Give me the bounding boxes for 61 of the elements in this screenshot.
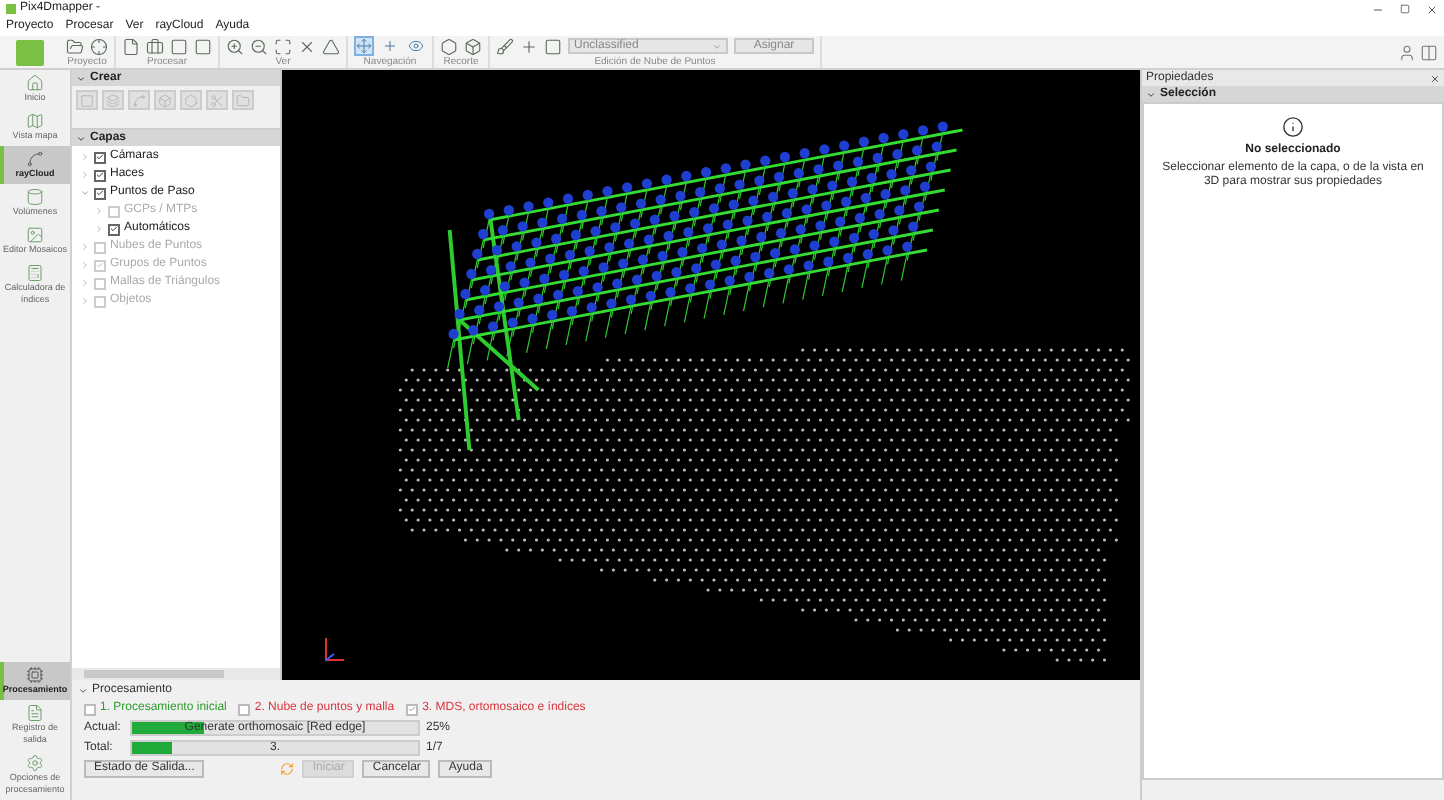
collapse-caret-icon[interactable] xyxy=(80,188,90,198)
crosshair-icon[interactable] xyxy=(90,37,108,55)
minimize-icon[interactable] xyxy=(1372,3,1384,15)
zoom-in-icon[interactable] xyxy=(226,37,244,55)
collapse-caret-icon[interactable] xyxy=(76,73,86,83)
create-tool-button[interactable] xyxy=(180,90,202,110)
triangle-icon[interactable] xyxy=(322,37,340,55)
layer-checkbox[interactable] xyxy=(94,187,106,199)
panels-icon[interactable] xyxy=(1420,43,1438,61)
user-icon[interactable] xyxy=(1398,43,1416,61)
chip-icon xyxy=(26,666,44,684)
brush-icon[interactable] xyxy=(496,37,514,55)
horizontal-scrollbar[interactable] xyxy=(72,668,280,680)
document-icon xyxy=(26,704,44,722)
move-icon[interactable] xyxy=(354,36,374,56)
folder-icon[interactable] xyxy=(66,37,84,55)
file-icon[interactable] xyxy=(122,37,140,55)
create-tool-button[interactable] xyxy=(154,90,176,110)
collapse-caret-icon[interactable] xyxy=(76,133,86,143)
hexagon-icon[interactable] xyxy=(440,37,458,55)
axis-icon xyxy=(322,636,346,664)
plus-icon[interactable] xyxy=(380,36,400,56)
plus-icon[interactable] xyxy=(520,37,538,55)
square-icon[interactable] xyxy=(170,37,188,55)
maximize-icon[interactable] xyxy=(1400,4,1410,14)
briefcase-icon[interactable] xyxy=(146,37,164,55)
step-checkbox[interactable] xyxy=(84,703,96,715)
close-icon[interactable] xyxy=(1426,3,1438,15)
image-icon xyxy=(26,226,44,244)
create-tool-button[interactable] xyxy=(128,90,150,110)
settings-icon xyxy=(26,754,44,772)
create-tool-button[interactable] xyxy=(206,90,228,110)
layer-checkbox[interactable] xyxy=(94,151,106,163)
expand-caret-icon[interactable] xyxy=(94,224,104,234)
layer-checkbox[interactable] xyxy=(108,223,120,235)
cube-icon[interactable] xyxy=(464,37,482,55)
square-icon[interactable] xyxy=(544,37,562,55)
map-icon xyxy=(26,112,44,130)
eye-icon[interactable] xyxy=(406,36,426,56)
calculator-icon xyxy=(26,264,44,282)
dropdown-caret-icon[interactable] xyxy=(712,41,722,51)
app-logo xyxy=(16,39,44,65)
square-icon[interactable] xyxy=(194,37,212,55)
create-tool-button[interactable] xyxy=(232,90,254,110)
collapse-caret-icon[interactable] xyxy=(78,686,88,696)
step-checkbox[interactable] xyxy=(406,703,419,715)
app-icon xyxy=(6,4,16,14)
curve-icon xyxy=(26,150,44,168)
info-icon xyxy=(1282,116,1304,138)
cylinder-icon xyxy=(26,188,44,206)
step-checkbox[interactable] xyxy=(238,703,251,715)
zoom-out-icon[interactable] xyxy=(250,37,268,55)
home-icon xyxy=(26,74,44,92)
expand-icon[interactable] xyxy=(274,37,292,55)
create-tool-button[interactable] xyxy=(102,90,124,110)
cross-icon[interactable] xyxy=(298,37,316,55)
spinner-icon xyxy=(280,762,295,776)
collapse-caret-icon[interactable] xyxy=(1146,89,1156,99)
expand-caret-icon[interactable] xyxy=(80,170,90,180)
layer-checkbox[interactable] xyxy=(94,169,106,181)
expand-caret-icon[interactable] xyxy=(80,152,90,162)
